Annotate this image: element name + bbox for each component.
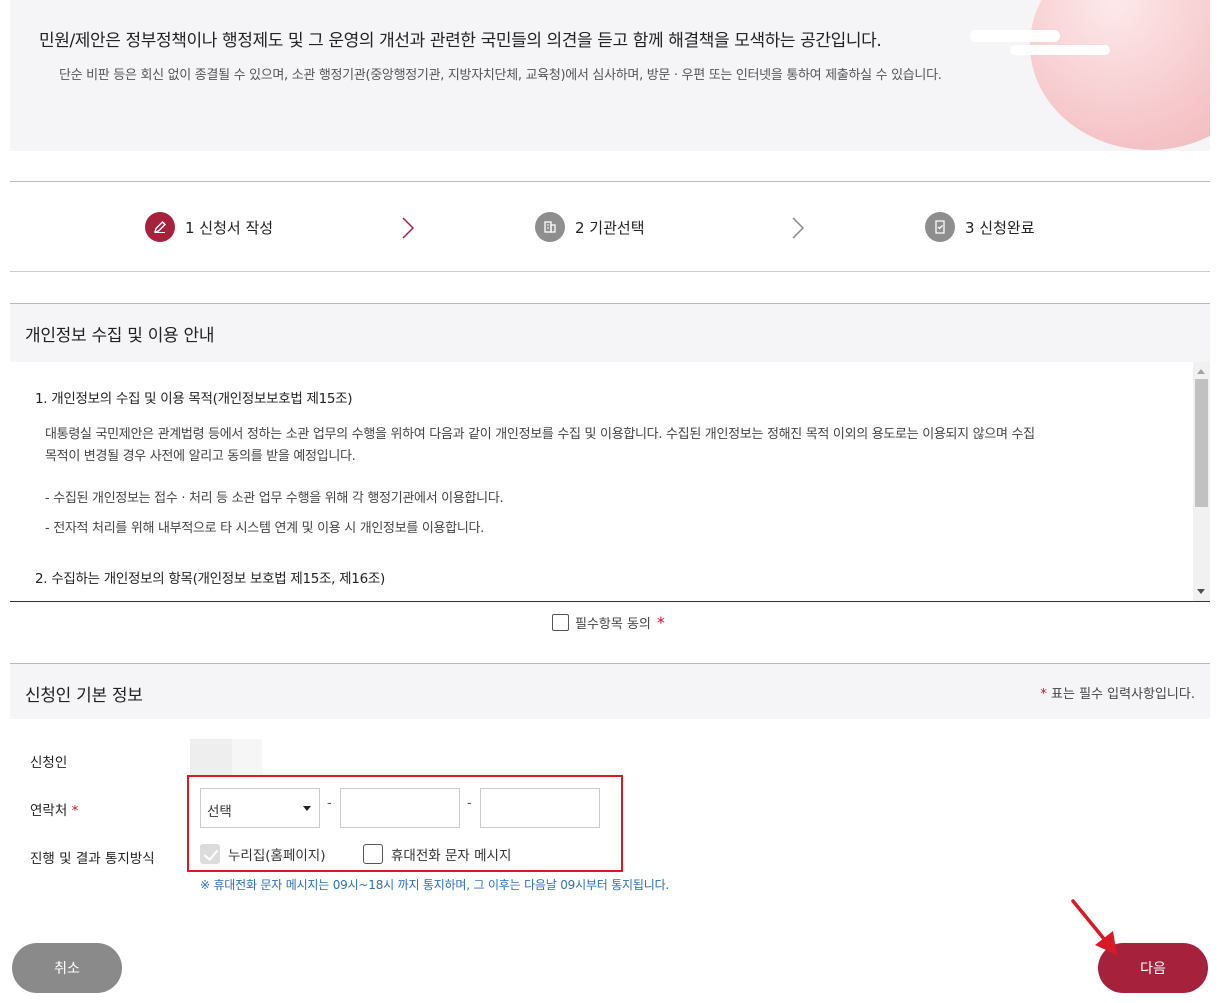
required-note: * 표는 필수 입력사항입니다. <box>1040 687 1195 702</box>
phone-prefix-value: 선택 <box>207 804 232 820</box>
step-3-label: 3 신청완료 <box>965 218 1035 237</box>
decorative-circle <box>1030 0 1210 150</box>
sms-checkbox[interactable] <box>363 844 383 864</box>
annotation-arrow-icon <box>1071 899 1117 955</box>
step-2-label: 2 기관선택 <box>575 218 645 237</box>
agree-checkbox[interactable] <box>552 614 569 631</box>
homepage-checkbox[interactable] <box>200 844 220 864</box>
required-agree[interactable]: 필수항목 동의 * <box>552 613 665 632</box>
scroll-down-arrow-icon[interactable] <box>1197 589 1205 594</box>
sms-notice: ※ 휴대전화 문자 메시지는 09시~18시 까지 통지하며, 그 이후는 다음… <box>200 878 670 892</box>
intro-box: 민원/제안은 정부정책이나 행정제도 및 그 운영의 개선과 관련한 국민들의 … <box>10 0 1210 151</box>
step-2: 2 기관선택 <box>535 212 645 242</box>
notify-method-label: 진행 및 결과 통지방식 <box>30 851 155 867</box>
privacy-section-header: 개인정보 수집 및 이용 안내 <box>10 303 1210 362</box>
step-indicator: 1 신청서 작성 2 기관선택 3 신청완료 <box>10 181 1210 272</box>
privacy-item-1-text: 대통령실 국민제안은 관계법령 등에서 정하는 소관 업무의 수행을 위하여 다… <box>45 427 1035 442</box>
privacy-item-1-text: 목적이 변경될 경우 사전에 알리고 동의를 받을 예정입니다. <box>45 449 356 464</box>
chevron-right-icon <box>402 217 415 239</box>
applicant-name-value <box>190 739 232 775</box>
building-icon <box>535 212 565 242</box>
privacy-item-2-heading: 2. 수집하는 개인정보의 항목(개인정보 보호법 제15조, 제16조) <box>35 571 385 587</box>
phone-separator: - <box>327 796 332 811</box>
notify-option-sms[interactable]: 휴대전화 문자 메시지 <box>363 844 511 864</box>
applicant-section-header: 신청인 기본 정보 * 표는 필수 입력사항입니다. <box>10 663 1210 719</box>
scrollbar-thumb[interactable] <box>1195 379 1208 507</box>
agree-label[interactable]: 필수항목 동의 <box>575 613 651 632</box>
chevron-right-icon <box>792 217 805 239</box>
phone-middle-input[interactable] <box>340 788 460 828</box>
contact-label: 연락처 * <box>30 803 79 819</box>
sms-label[interactable]: 휴대전화 문자 메시지 <box>391 844 511 864</box>
intro-title: 민원/제안은 정부정책이나 행정제도 및 그 운영의 개선과 관련한 국민들의 … <box>39 31 882 51</box>
step-3: 3 신청완료 <box>925 212 1035 242</box>
decorative-bar <box>1010 45 1110 55</box>
step-1-label: 1 신청서 작성 <box>185 218 274 237</box>
applicant-name-value <box>232 739 262 775</box>
document-check-icon <box>925 212 955 242</box>
privacy-title: 개인정보 수집 및 이용 안내 <box>25 326 215 346</box>
required-mark: * <box>656 613 665 632</box>
intro-description: 단순 비판 등은 회신 없이 종결될 수 있으며, 소관 행정기관(중앙행정기관… <box>59 68 942 83</box>
decorative-bar <box>970 30 1060 42</box>
cancel-button[interactable]: 취소 <box>12 943 122 993</box>
phone-prefix-select[interactable]: 선택 <box>200 788 320 828</box>
pencil-icon <box>145 212 175 242</box>
notify-option-homepage[interactable]: 누리집(홈페이지) <box>200 844 325 864</box>
privacy-scroll-box[interactable]: 1. 개인정보의 수집 및 이용 목적(개인정보보호법 제15조) 대통령실 국… <box>10 362 1210 602</box>
privacy-bullet: - 전자적 처리를 위해 내부적으로 타 시스템 연계 및 이용 시 개인정보를… <box>45 521 484 536</box>
vertical-scrollbar[interactable] <box>1193 362 1210 601</box>
step-1: 1 신청서 작성 <box>145 212 273 242</box>
privacy-item-1-heading: 1. 개인정보의 수집 및 이용 목적(개인정보보호법 제15조) <box>35 391 353 407</box>
phone-separator: - <box>467 796 472 811</box>
caret-down-icon <box>303 806 311 811</box>
privacy-bullet: - 수집된 개인정보는 접수 · 처리 등 소관 업무 수행을 위해 각 행정기… <box>45 491 504 506</box>
applicant-title: 신청인 기본 정보 <box>25 686 143 706</box>
scroll-up-arrow-icon[interactable] <box>1197 369 1205 374</box>
phone-last-input[interactable] <box>480 788 600 828</box>
homepage-label: 누리집(홈페이지) <box>228 848 326 864</box>
applicant-name-label: 신청인 <box>30 755 68 771</box>
